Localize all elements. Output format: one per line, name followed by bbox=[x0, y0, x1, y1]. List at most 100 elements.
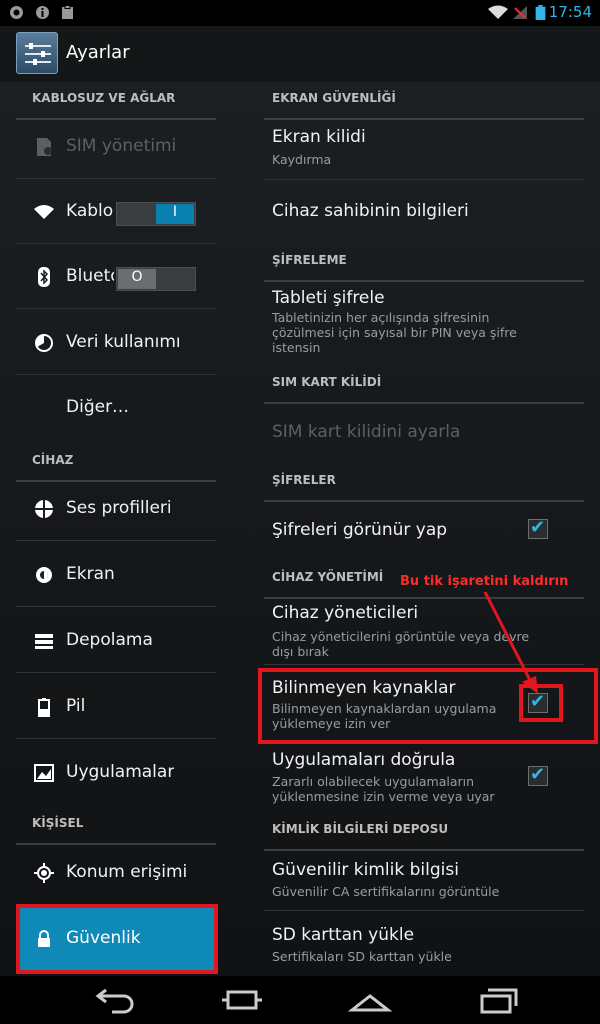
apps-icon bbox=[34, 764, 54, 782]
setting-title: Cihaz sahibinin bilgileri bbox=[272, 201, 469, 221]
sidebar-item-wifi[interactable]: Kablosuz I bbox=[16, 180, 216, 244]
annotation-text: Bu tik işaretini kaldırın bbox=[400, 574, 569, 589]
divider bbox=[16, 738, 216, 739]
sidebar-item-label: Ekran bbox=[66, 564, 115, 584]
check-icon: ✔ bbox=[530, 517, 546, 538]
info-icon bbox=[36, 6, 49, 19]
sidebar-item-label: SIM yönetimi bbox=[66, 136, 177, 156]
back-icon[interactable] bbox=[84, 984, 144, 1016]
sidebar-item-battery[interactable]: Pil bbox=[16, 675, 216, 739]
setting-sim-lock[interactable]: SIM kart kilidini ayarla bbox=[264, 400, 584, 464]
settings-content: KABLOSUZ VE AĞLAR SIM yönetimi Kablosuz … bbox=[0, 82, 600, 976]
display-icon bbox=[36, 567, 52, 583]
data-usage-icon bbox=[35, 334, 53, 352]
divider bbox=[16, 243, 216, 244]
setting-subtitle: Zararlı olabilecek uygulamaların yüklenm… bbox=[272, 774, 495, 804]
sidebar-item-label: Konum erişimi bbox=[66, 862, 188, 882]
divider bbox=[16, 606, 216, 607]
sidebar-item-label: Kablosuz bbox=[66, 201, 114, 221]
setting-subtitle: Güvenilir CA sertifikalarını görüntüle bbox=[272, 884, 500, 899]
settings-categories: KABLOSUZ VE AĞLAR SIM yönetimi Kablosuz … bbox=[16, 82, 216, 976]
sidebar-item-label: Uygulamalar bbox=[66, 762, 175, 782]
divider bbox=[264, 910, 584, 911]
setting-title: SIM kart kilidini ayarla bbox=[272, 422, 461, 442]
setting-title: Cihaz yöneticileri bbox=[272, 603, 419, 623]
status-bar: 17:54 bbox=[0, 0, 600, 26]
sim-icon bbox=[37, 138, 52, 156]
battery-icon bbox=[38, 698, 50, 717]
sidebar-item-bluetooth[interactable]: Bluetooth O bbox=[16, 245, 216, 309]
bluetooth-icon bbox=[38, 267, 50, 287]
sidebar-item-label: Veri kullanımı bbox=[66, 332, 181, 352]
section-header-screen-security: EKRAN GÜVENLİĞİ bbox=[264, 91, 584, 120]
highlight-security-box bbox=[16, 904, 218, 974]
setting-verify-apps[interactable]: Uygulamaları doğrula Zararlı olabilecek … bbox=[264, 744, 584, 814]
toggle-text: O bbox=[131, 269, 143, 285]
section-header-credential-storage: KİMLİK BİLGİLERİ DEPOSU bbox=[264, 822, 584, 851]
action-bar: Ayarlar bbox=[0, 26, 600, 82]
setting-trusted-credentials[interactable]: Güvenilir kimlik bilgisi Güvenilir CA se… bbox=[264, 847, 584, 911]
section-header-device: CİHAZ bbox=[16, 453, 216, 482]
status-time: 17:54 bbox=[548, 3, 592, 21]
recent-apps-icon[interactable] bbox=[468, 984, 528, 1016]
section-header-encryption: ŞİFRELEME bbox=[264, 253, 584, 282]
divider bbox=[16, 540, 216, 541]
sidebar-item-data-usage[interactable]: Veri kullanımı bbox=[16, 311, 216, 375]
setting-show-passwords[interactable]: Şifreleri görünür yap ✔ bbox=[264, 498, 584, 562]
setting-title: Uygulamaları doğrula bbox=[272, 750, 456, 770]
divider bbox=[16, 308, 216, 309]
sidebar-item-storage[interactable]: Depolama bbox=[16, 609, 216, 673]
sidebar-item-display[interactable]: Ekran bbox=[16, 543, 216, 607]
sidebar-item-label: Diğer… bbox=[66, 397, 130, 417]
sidebar-item-sim[interactable]: SIM yönetimi bbox=[16, 115, 216, 179]
sidebar-item-sound-profiles[interactable]: Ses profilleri bbox=[16, 477, 216, 541]
setting-title: Ekran kilidi bbox=[272, 127, 366, 147]
sidebar-item-label: Pil bbox=[66, 696, 86, 716]
wifi-icon bbox=[34, 205, 54, 219]
navigation-bar bbox=[0, 976, 600, 1024]
setting-title: Şifreleri görünür yap bbox=[272, 520, 448, 540]
divider bbox=[16, 672, 216, 673]
screenshot-icon[interactable] bbox=[212, 984, 272, 1016]
sound-profiles-icon bbox=[35, 500, 53, 518]
sidebar-item-label: Bluetooth bbox=[66, 266, 114, 286]
sidebar-item-label: Ses profilleri bbox=[66, 498, 172, 518]
no-signal-icon bbox=[513, 6, 527, 19]
wifi-toggle[interactable]: I bbox=[116, 202, 196, 226]
setting-title: Güvenilir kimlik bilgisi bbox=[272, 860, 459, 880]
notification-icon bbox=[10, 6, 23, 19]
setting-subtitle: Kaydırma bbox=[272, 152, 332, 167]
section-header-passwords: ŞİFRELER bbox=[264, 473, 584, 502]
security-settings: EKRAN GÜVENLİĞİ Ekran kilidi Kaydırma Ci… bbox=[264, 82, 584, 976]
verify-apps-checkbox[interactable]: ✔ bbox=[528, 764, 548, 786]
setting-title: Tableti şifrele bbox=[272, 288, 385, 308]
setting-subtitle: Sertifikaları SD karttan yükle bbox=[272, 949, 452, 964]
settings-app-icon[interactable] bbox=[16, 32, 58, 74]
wifi-icon bbox=[488, 5, 508, 19]
bluetooth-toggle[interactable]: O bbox=[116, 267, 196, 291]
section-header-sim-lock: SIM KART KİLİDİ bbox=[264, 375, 584, 404]
setting-install-from-sd[interactable]: SD karttan yükle Sertifikaları SD kartta… bbox=[264, 912, 584, 976]
annotation-arrow bbox=[483, 591, 538, 694]
storage-icon bbox=[35, 634, 53, 649]
show-passwords-checkbox[interactable]: ✔ bbox=[528, 517, 548, 539]
setting-owner-info[interactable]: Cihaz sahibinin bilgileri bbox=[264, 180, 584, 244]
page-title: Ayarlar bbox=[66, 42, 130, 63]
divider bbox=[16, 374, 216, 375]
section-header-wireless: KABLOSUZ VE AĞLAR bbox=[16, 91, 216, 120]
setting-title: SD karttan yükle bbox=[272, 925, 415, 945]
sidebar-item-apps[interactable]: Uygulamalar bbox=[16, 741, 216, 805]
setting-subtitle: Tabletinizin her açılışında şifresinin ç… bbox=[272, 310, 517, 355]
battery-icon bbox=[535, 5, 546, 20]
sidebar-item-label: Depolama bbox=[66, 630, 153, 650]
divider bbox=[16, 178, 216, 179]
toggle-text: I bbox=[172, 204, 178, 220]
check-icon: ✔ bbox=[530, 764, 546, 785]
clipboard-icon bbox=[62, 5, 73, 19]
sidebar-item-more[interactable]: Diğer… bbox=[16, 376, 216, 440]
location-icon bbox=[34, 863, 54, 883]
setting-encrypt-tablet[interactable]: Tableti şifrele Tabletinizin her açılışı… bbox=[264, 278, 584, 362]
home-icon[interactable] bbox=[340, 984, 400, 1016]
setting-screen-lock[interactable]: Ekran kilidi Kaydırma bbox=[264, 115, 584, 180]
sidebar-item-location[interactable]: Konum erişimi bbox=[16, 841, 216, 905]
